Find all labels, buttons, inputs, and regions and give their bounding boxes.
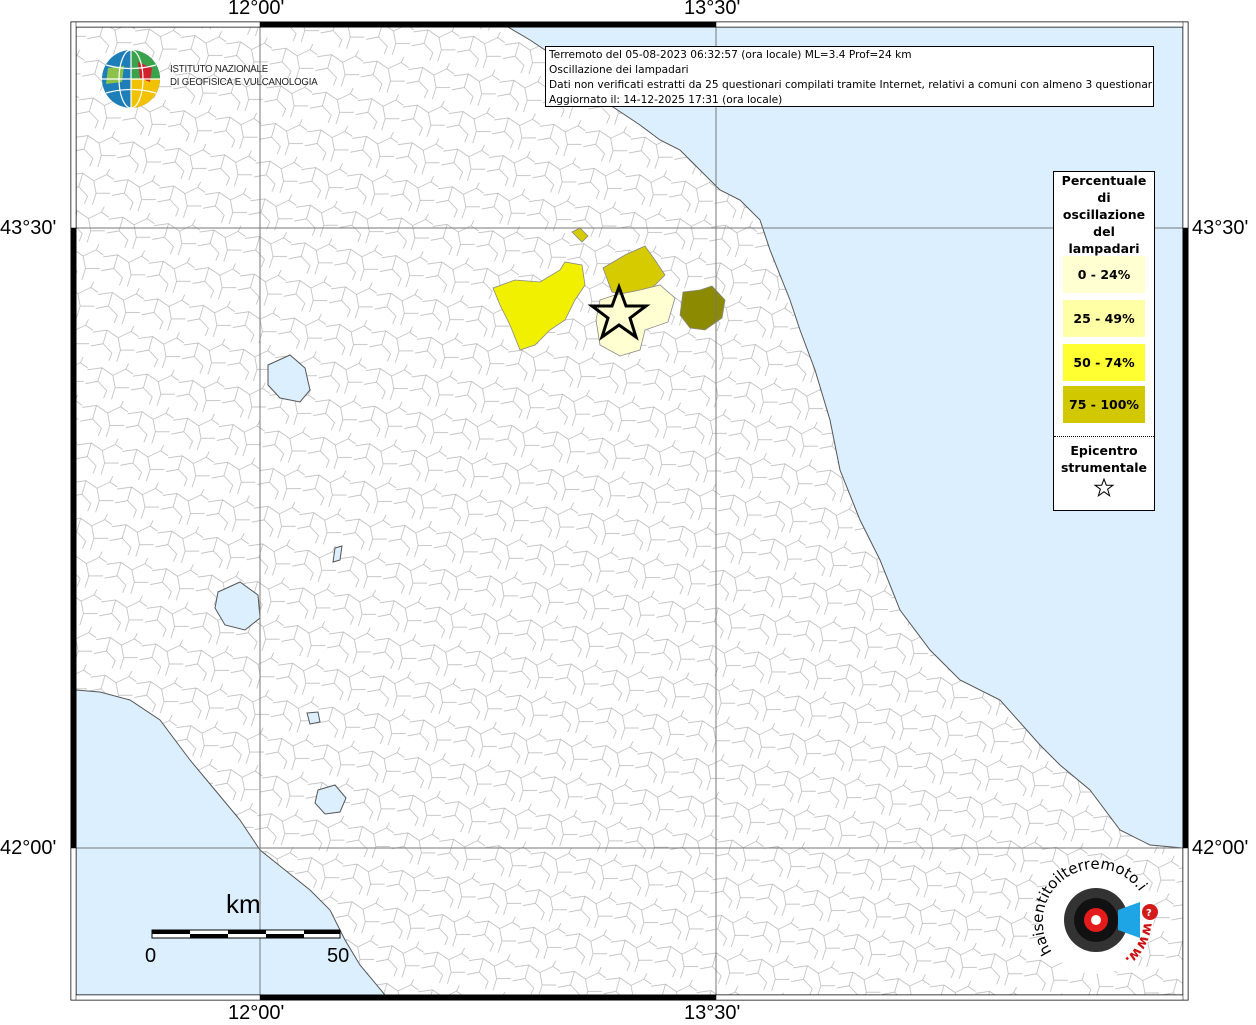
data-note: Dati non verificati estratti da 25 quest… xyxy=(549,79,1154,91)
legend-epicenter-line2: strumentale xyxy=(1060,460,1148,475)
ingv-name-line2: DI GEOFISICA E VULCANOLOGIA xyxy=(170,76,318,88)
coord-bottom-left: 12°00' xyxy=(228,1002,285,1024)
scale-max-label: 50 xyxy=(327,945,350,967)
coord-top-left: 12°00' xyxy=(228,0,285,19)
star-outline-icon xyxy=(1094,478,1114,498)
scale-min-label: 0 xyxy=(145,945,157,967)
coord-left-top: 43°30' xyxy=(0,217,57,239)
coord-right-top: 43°30' xyxy=(1192,217,1249,239)
legend-title-line-1: Percentuale xyxy=(1061,173,1147,188)
legend-class-25-49: 25 - 49% xyxy=(1063,300,1145,337)
update-time: Aggiornato il: 14-12-2025 17:31 (ora loc… xyxy=(549,94,783,106)
legend-class-50-74: 50 - 74% xyxy=(1063,344,1145,381)
scale-bar xyxy=(151,929,341,939)
legend-title-line-2: di xyxy=(1097,190,1111,205)
legend-epicenter-line1: Epicentro xyxy=(1070,443,1138,458)
legend-panel: Percentuale di oscillazione del lampadar… xyxy=(1053,171,1155,511)
map-subtitle: Oscillazione dei lampadari xyxy=(549,64,689,76)
coord-top-right: 13°30' xyxy=(684,0,741,19)
scale-unit-label: km xyxy=(226,889,261,919)
ingv-name: ISTITUTO NAZIONALE DI GEOFISICA E VULCAN… xyxy=(170,63,318,89)
haisentito-logo[interactable]: haisentitoilterremoto.it www. ? xyxy=(1032,852,1172,982)
coord-right-bottom: 42°00' xyxy=(1192,837,1249,859)
legend-class-75-100: 75 - 100% xyxy=(1063,386,1145,423)
legend-title-line-3: oscillazione xyxy=(1062,207,1146,222)
event-info-box: Terremoto del 05-08-2023 06:32:57 (ora l… xyxy=(545,46,1154,107)
ingv-globe-logo xyxy=(102,49,160,109)
legend-class-0-24: 0 - 24% xyxy=(1063,256,1145,293)
event-title: Terremoto del 05-08-2023 06:32:57 (ora l… xyxy=(549,49,912,61)
legend-epicenter-label: Epicentro strumentale xyxy=(1054,442,1154,476)
ingv-name-line1: ISTITUTO NAZIONALE xyxy=(170,63,268,75)
svg-text:?: ? xyxy=(1146,908,1152,919)
coord-bottom-right: 13°30' xyxy=(684,1002,741,1024)
coord-left-bottom: 42°00' xyxy=(0,837,57,859)
legend-separator xyxy=(1054,436,1154,437)
legend-title-line-4: del xyxy=(1093,224,1115,239)
